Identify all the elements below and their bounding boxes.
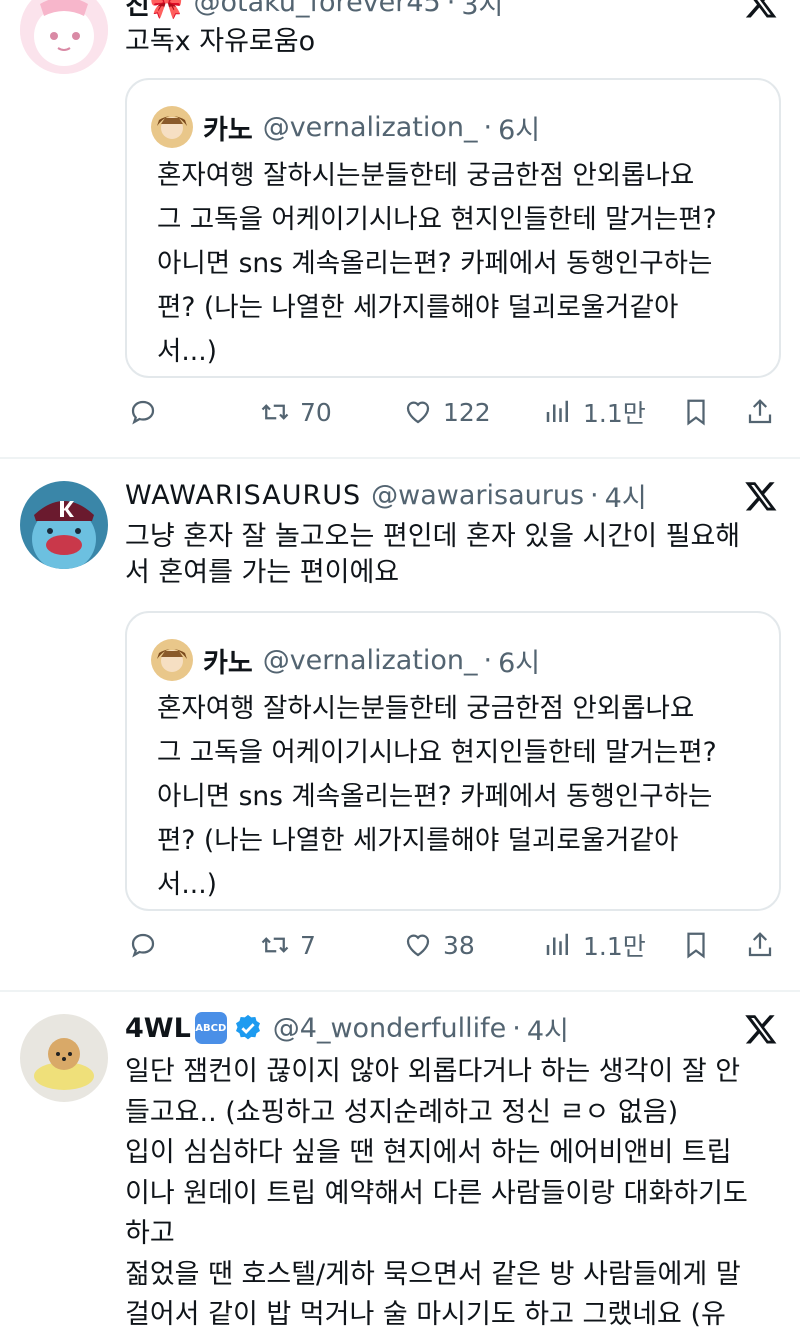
avatar[interactable] (20, 1014, 108, 1102)
tweet-text: 고독x 자유로움o (125, 26, 316, 57)
x-logo-icon[interactable] (744, 0, 778, 20)
tweet-header: 친🎀 @otaku_forever45 · 3시 (125, 0, 740, 22)
like-count: 38 (443, 930, 475, 960)
separator-dot: · (483, 644, 493, 676)
avatar-image (20, 1014, 108, 1102)
retweet-count: 7 (300, 930, 316, 960)
quoted-tweet[interactable]: 카노 @vernalization_ · 6시 혼자여행 잘하시는분들한테 궁금… (125, 611, 781, 911)
timestamp[interactable]: 4시 (605, 476, 647, 515)
quoted-user-handle: @vernalization_ (262, 644, 478, 676)
retweet-button[interactable]: 70 (260, 392, 332, 432)
quoted-timestamp: 6시 (498, 114, 541, 146)
bookmark-icon (687, 399, 705, 426)
tweet-actions: 70 122 1.1만 (125, 392, 785, 432)
reply-icon (131, 400, 155, 425)
x-logo-icon[interactable] (744, 1012, 778, 1046)
reply-button[interactable] (128, 392, 158, 432)
timestamp[interactable]: 4시 (527, 1009, 569, 1048)
abcd-emoji: AB CD (194, 1012, 227, 1044)
tweet[interactable]: 친🎀 @otaku_forever45 · 3시 고독x 자유로움o 카노 @v… (0, 0, 800, 456)
reply-button[interactable] (128, 925, 158, 965)
x-logo-icon[interactable] (744, 479, 778, 513)
user-handle[interactable]: @otaku_forever45 (193, 0, 440, 18)
quoted-user-handle: @vernalization_ (262, 111, 478, 143)
separator-dot: · (446, 0, 456, 18)
views-button[interactable]: 1.1만 (543, 925, 646, 965)
tweet[interactable]: 4WL AB CD @4_wonderfullife · 4시 일단 잼컨이 끊이… (0, 992, 800, 1339)
views-count: 1.1만 (583, 399, 646, 428)
views-icon (546, 933, 568, 955)
verified-badge-icon[interactable] (233, 1013, 263, 1043)
tweet[interactable]: WAWARISAURUS @wawarisaurus · 4시 그냥 혼자 잘 … (0, 459, 800, 989)
tweet-actions: 7 38 1.1만 (125, 925, 785, 965)
tweet-text: 일단 잼컨이 끊이지 않아 외롭다거나 하는 생각이 잘 안 들고요.. (쇼핑… (125, 1056, 748, 1330)
quoted-avatar (151, 106, 193, 148)
share-button[interactable] (745, 925, 775, 965)
display-name[interactable]: 친🎀 (125, 0, 183, 22)
separator-dot: · (590, 479, 599, 511)
bookmark-icon (687, 932, 705, 959)
quoted-tweet-text: 혼자여행 잘하시는분들한테 궁금한점 안외롭나요 그 고독을 어케이기시나요 현… (157, 693, 717, 900)
share-icon (748, 932, 772, 957)
user-handle[interactable]: @4_wonderfullife (273, 1013, 506, 1044)
tweet-header: WAWARISAURUS @wawarisaurus · 4시 (125, 475, 740, 515)
retweet-icon (261, 937, 289, 953)
quoted-tweet-header: 카노 @vernalization_ · 6시 (151, 106, 540, 148)
views-icon (546, 400, 568, 422)
quoted-tweet-header: 카노 @vernalization_ · 6시 (151, 639, 540, 681)
quoted-display-name: 카노 (203, 647, 253, 679)
avatar[interactable] (20, 0, 108, 74)
user-handle[interactable]: @wawarisaurus (371, 480, 584, 511)
retweet-button[interactable]: 7 (260, 925, 316, 965)
like-button[interactable]: 38 (403, 925, 475, 965)
separator-dot: · (483, 111, 493, 143)
display-name[interactable]: WAWARISAURUS (125, 480, 361, 511)
share-icon (748, 399, 772, 424)
tweet-text: 그냥 혼자 잘 놀고오는 편인데 혼자 있을 시간이 필요해 서 혼여를 가는 … (125, 521, 741, 588)
timestamp[interactable]: 3시 (461, 0, 503, 22)
bookmark-button[interactable] (681, 925, 711, 965)
avatar[interactable] (20, 481, 108, 569)
bookmark-button[interactable] (681, 392, 711, 432)
retweet-count: 70 (300, 397, 332, 427)
retweet-icon (261, 404, 289, 420)
like-count: 122 (443, 397, 491, 427)
views-count: 1.1만 (583, 932, 646, 961)
quoted-tweet[interactable]: 카노 @vernalization_ · 6시 혼자여행 잘하시는분들한테 궁금… (125, 78, 781, 378)
avatar-image (20, 0, 108, 74)
like-icon (406, 934, 430, 957)
quoted-timestamp: 6시 (498, 647, 541, 679)
share-button[interactable] (745, 392, 775, 432)
like-button[interactable]: 122 (403, 392, 491, 432)
reply-icon (131, 933, 155, 958)
tweet-header: 4WL AB CD @4_wonderfullife · 4시 (125, 1008, 740, 1048)
avatar-image (20, 481, 108, 569)
separator-dot: · (512, 1012, 521, 1044)
quoted-tweet-text: 혼자여행 잘하시는분들한테 궁금한점 안외롭나요 그 고독을 어케이기시나요 현… (157, 160, 717, 367)
display-name[interactable]: 4WL (125, 1013, 191, 1044)
quoted-display-name: 카노 (203, 114, 253, 146)
like-icon (406, 401, 430, 424)
quoted-avatar (151, 639, 193, 681)
views-button[interactable]: 1.1만 (543, 392, 646, 432)
